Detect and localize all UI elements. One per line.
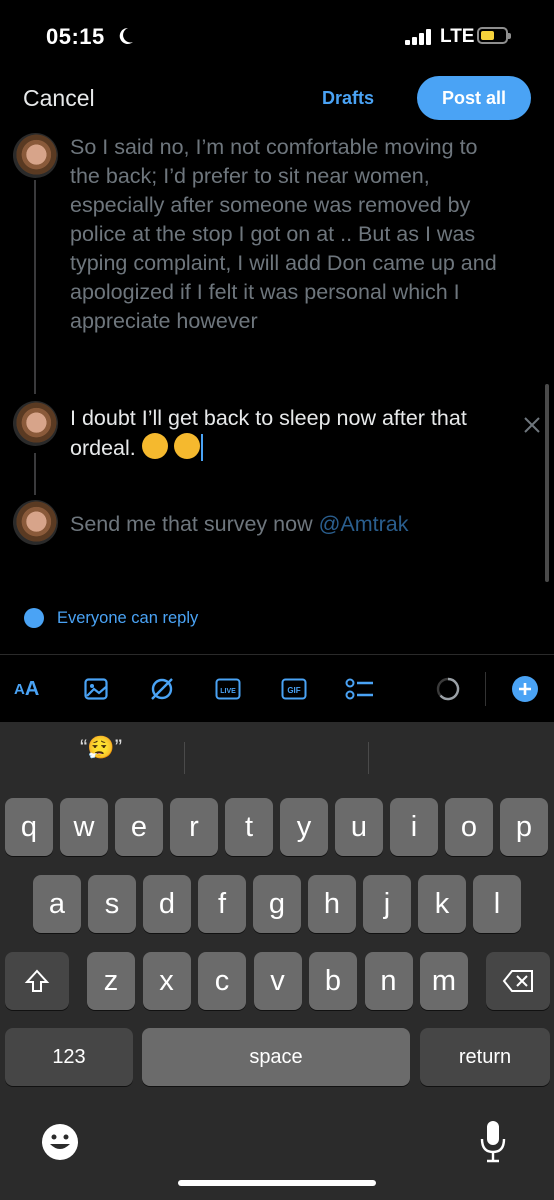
return-key[interactable]: return: [420, 1028, 550, 1086]
image-icon[interactable]: [82, 668, 110, 710]
key-e[interactable]: e: [115, 798, 163, 856]
suggestion-divider: [184, 742, 185, 774]
mention-link[interactable]: @Amtrak: [319, 512, 409, 536]
text-size-button[interactable]: AA: [14, 668, 39, 710]
svg-text:GIF: GIF: [287, 686, 300, 695]
drafts-button[interactable]: Drafts: [322, 88, 374, 109]
add-post-icon[interactable]: [510, 668, 540, 710]
home-indicator[interactable]: [178, 1180, 376, 1186]
exhale-face-icon: [173, 433, 200, 459]
text-size-small-a: A: [14, 680, 25, 698]
key-a[interactable]: a: [33, 875, 81, 933]
avatar[interactable]: [13, 401, 58, 446]
key-m[interactable]: m: [420, 952, 468, 1010]
divider: [0, 654, 554, 655]
key-c[interactable]: c: [198, 952, 246, 1010]
shift-key[interactable]: [5, 952, 69, 1010]
tweet-1-text[interactable]: So I said no, I’m not comfortable moving…: [70, 133, 510, 336]
avatar[interactable]: [13, 133, 58, 178]
key-i[interactable]: i: [390, 798, 438, 856]
grok-icon[interactable]: [147, 668, 177, 710]
key-n[interactable]: n: [364, 952, 413, 1010]
battery-icon: [477, 27, 511, 44]
scrollbar[interactable]: [545, 384, 549, 582]
toolbar-divider: [485, 672, 486, 706]
tweet-2-body: I doubt I’ll get back to sleep now after…: [70, 406, 467, 460]
backspace-key[interactable]: [486, 952, 550, 1010]
numbers-key[interactable]: 123: [5, 1028, 133, 1086]
key-g[interactable]: g: [253, 875, 301, 933]
globe-icon: [24, 608, 44, 628]
signal-icon: [405, 29, 435, 45]
persevering-face-icon: [141, 433, 168, 459]
key-r[interactable]: r: [170, 798, 218, 856]
key-b[interactable]: b: [309, 952, 357, 1010]
key-y[interactable]: y: [280, 798, 328, 856]
tweet-3-text[interactable]: Send me that survey now @Amtrak: [70, 510, 510, 539]
key-u[interactable]: u: [335, 798, 383, 856]
text-cursor: [200, 434, 203, 461]
suggestion-divider: [368, 742, 369, 774]
key-p[interactable]: p: [500, 798, 548, 856]
tweet-2-text[interactable]: I doubt I’ll get back to sleep now after…: [70, 404, 510, 463]
reply-setting[interactable]: Everyone can reply: [24, 608, 198, 628]
thread-line: [34, 453, 36, 495]
character-count-icon: [434, 668, 462, 710]
tweet-3-body: Send me that survey now: [70, 512, 319, 536]
emoji-keyboard-icon[interactable]: [40, 1122, 80, 1162]
key-l[interactable]: l: [473, 875, 521, 933]
key-t[interactable]: t: [225, 798, 273, 856]
gif-icon[interactable]: GIF: [280, 668, 308, 710]
reply-setting-label: Everyone can reply: [57, 608, 199, 627]
key-d[interactable]: d: [143, 875, 191, 933]
key-f[interactable]: f: [198, 875, 246, 933]
status-time: 05:15: [46, 24, 105, 49]
key-x[interactable]: x: [142, 952, 191, 1010]
cancel-button[interactable]: Cancel: [23, 85, 95, 112]
avatar[interactable]: [13, 500, 58, 545]
compose-toolbar: AA LIVE GIF: [0, 668, 554, 710]
emoji-suggestion[interactable]: “😮‍💨”: [80, 735, 122, 761]
key-j[interactable]: j: [363, 875, 411, 933]
network-type: LTE: [440, 26, 475, 47]
text-size-large-a: A: [24, 677, 40, 700]
key-v[interactable]: v: [253, 952, 302, 1010]
key-w[interactable]: w: [60, 798, 108, 856]
key-s[interactable]: s: [88, 875, 136, 933]
moon-icon: [119, 27, 133, 44]
space-key[interactable]: space: [142, 1028, 410, 1086]
svg-text:LIVE: LIVE: [220, 688, 236, 695]
microphone-icon[interactable]: [478, 1118, 508, 1164]
status-bar: 05:15 LTE: [0, 0, 554, 72]
poll-icon[interactable]: [345, 668, 375, 710]
live-icon[interactable]: LIVE: [214, 668, 242, 710]
key-o[interactable]: o: [445, 798, 493, 856]
post-all-button[interactable]: Post all: [417, 76, 531, 120]
key-z[interactable]: z: [87, 952, 135, 1010]
close-icon[interactable]: [523, 416, 541, 434]
thread-line: [34, 180, 36, 394]
key-h[interactable]: h: [308, 875, 356, 933]
key-q[interactable]: q: [5, 798, 53, 856]
key-k[interactable]: k: [418, 875, 466, 933]
